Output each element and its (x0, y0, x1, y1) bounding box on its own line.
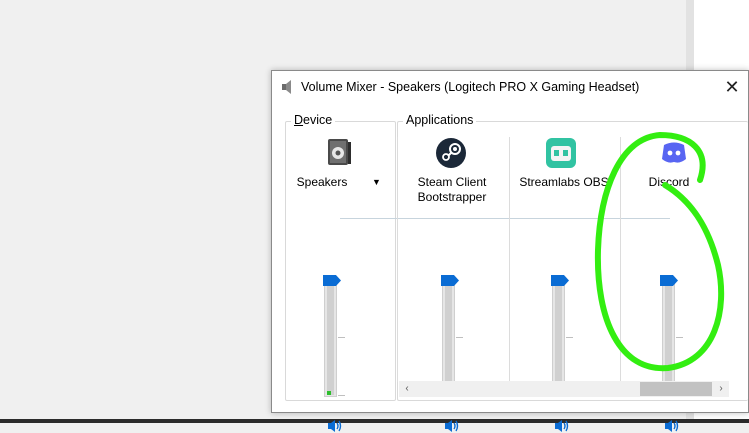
device-column: Speakers ▼ (287, 133, 397, 432)
title-bar[interactable]: Volume Mixer - Speakers (Logitech PRO X … (272, 71, 748, 103)
device-mute-icon[interactable] (327, 419, 343, 433)
window-title: Volume Mixer - Speakers (Logitech PRO X … (301, 80, 640, 94)
discord-mute-icon[interactable] (664, 419, 680, 433)
volume-mixer-window: Volume Mixer - Speakers (Logitech PRO X … (271, 70, 749, 432)
device-group-label: Device (291, 113, 336, 127)
device-volume-track[interactable] (324, 278, 337, 397)
streamlabs-mute-icon[interactable] (554, 419, 570, 433)
device-peak-meter (327, 391, 331, 395)
device-volume-slider[interactable] (323, 275, 341, 286)
steam-volume-track[interactable] (442, 278, 455, 397)
discord-volume-track[interactable] (662, 278, 675, 397)
taskbar-edge (0, 419, 749, 423)
app-name-streamlabs: Streamlabs OBS (519, 175, 609, 189)
app-name-steam: Steam Client Bootstrapper (417, 175, 487, 204)
speaker-device-icon[interactable] (323, 137, 355, 169)
device-dropdown-icon[interactable]: ▼ (372, 177, 381, 187)
scroll-right-button[interactable]: › (713, 381, 729, 397)
steam-icon[interactable] (435, 137, 467, 169)
applications-group-label: Applications (403, 113, 477, 127)
app-name-discord: Discord (648, 175, 690, 189)
speaker-icon (282, 80, 291, 94)
app-column-steam: Steam Client Bootstrapper (397, 133, 507, 432)
device-name[interactable]: Speakers (281, 175, 363, 190)
scroll-thumb[interactable] (640, 382, 712, 396)
app-column-discord: Discord (620, 133, 730, 432)
streamlabs-icon[interactable] (545, 137, 577, 169)
scroll-left-button[interactable]: ‹ (399, 381, 415, 397)
steam-mute-icon[interactable] (444, 419, 460, 433)
horizontal-scrollbar[interactable]: ‹ › (399, 381, 729, 397)
app-column-streamlabs: Streamlabs OBS (509, 133, 619, 432)
discord-icon[interactable] (658, 137, 690, 169)
discord-volume-slider[interactable] (660, 275, 678, 286)
steam-volume-slider[interactable] (441, 275, 459, 286)
close-button[interactable]: ✕ (716, 71, 748, 103)
streamlabs-volume-track[interactable] (552, 278, 565, 397)
streamlabs-volume-slider[interactable] (551, 275, 569, 286)
